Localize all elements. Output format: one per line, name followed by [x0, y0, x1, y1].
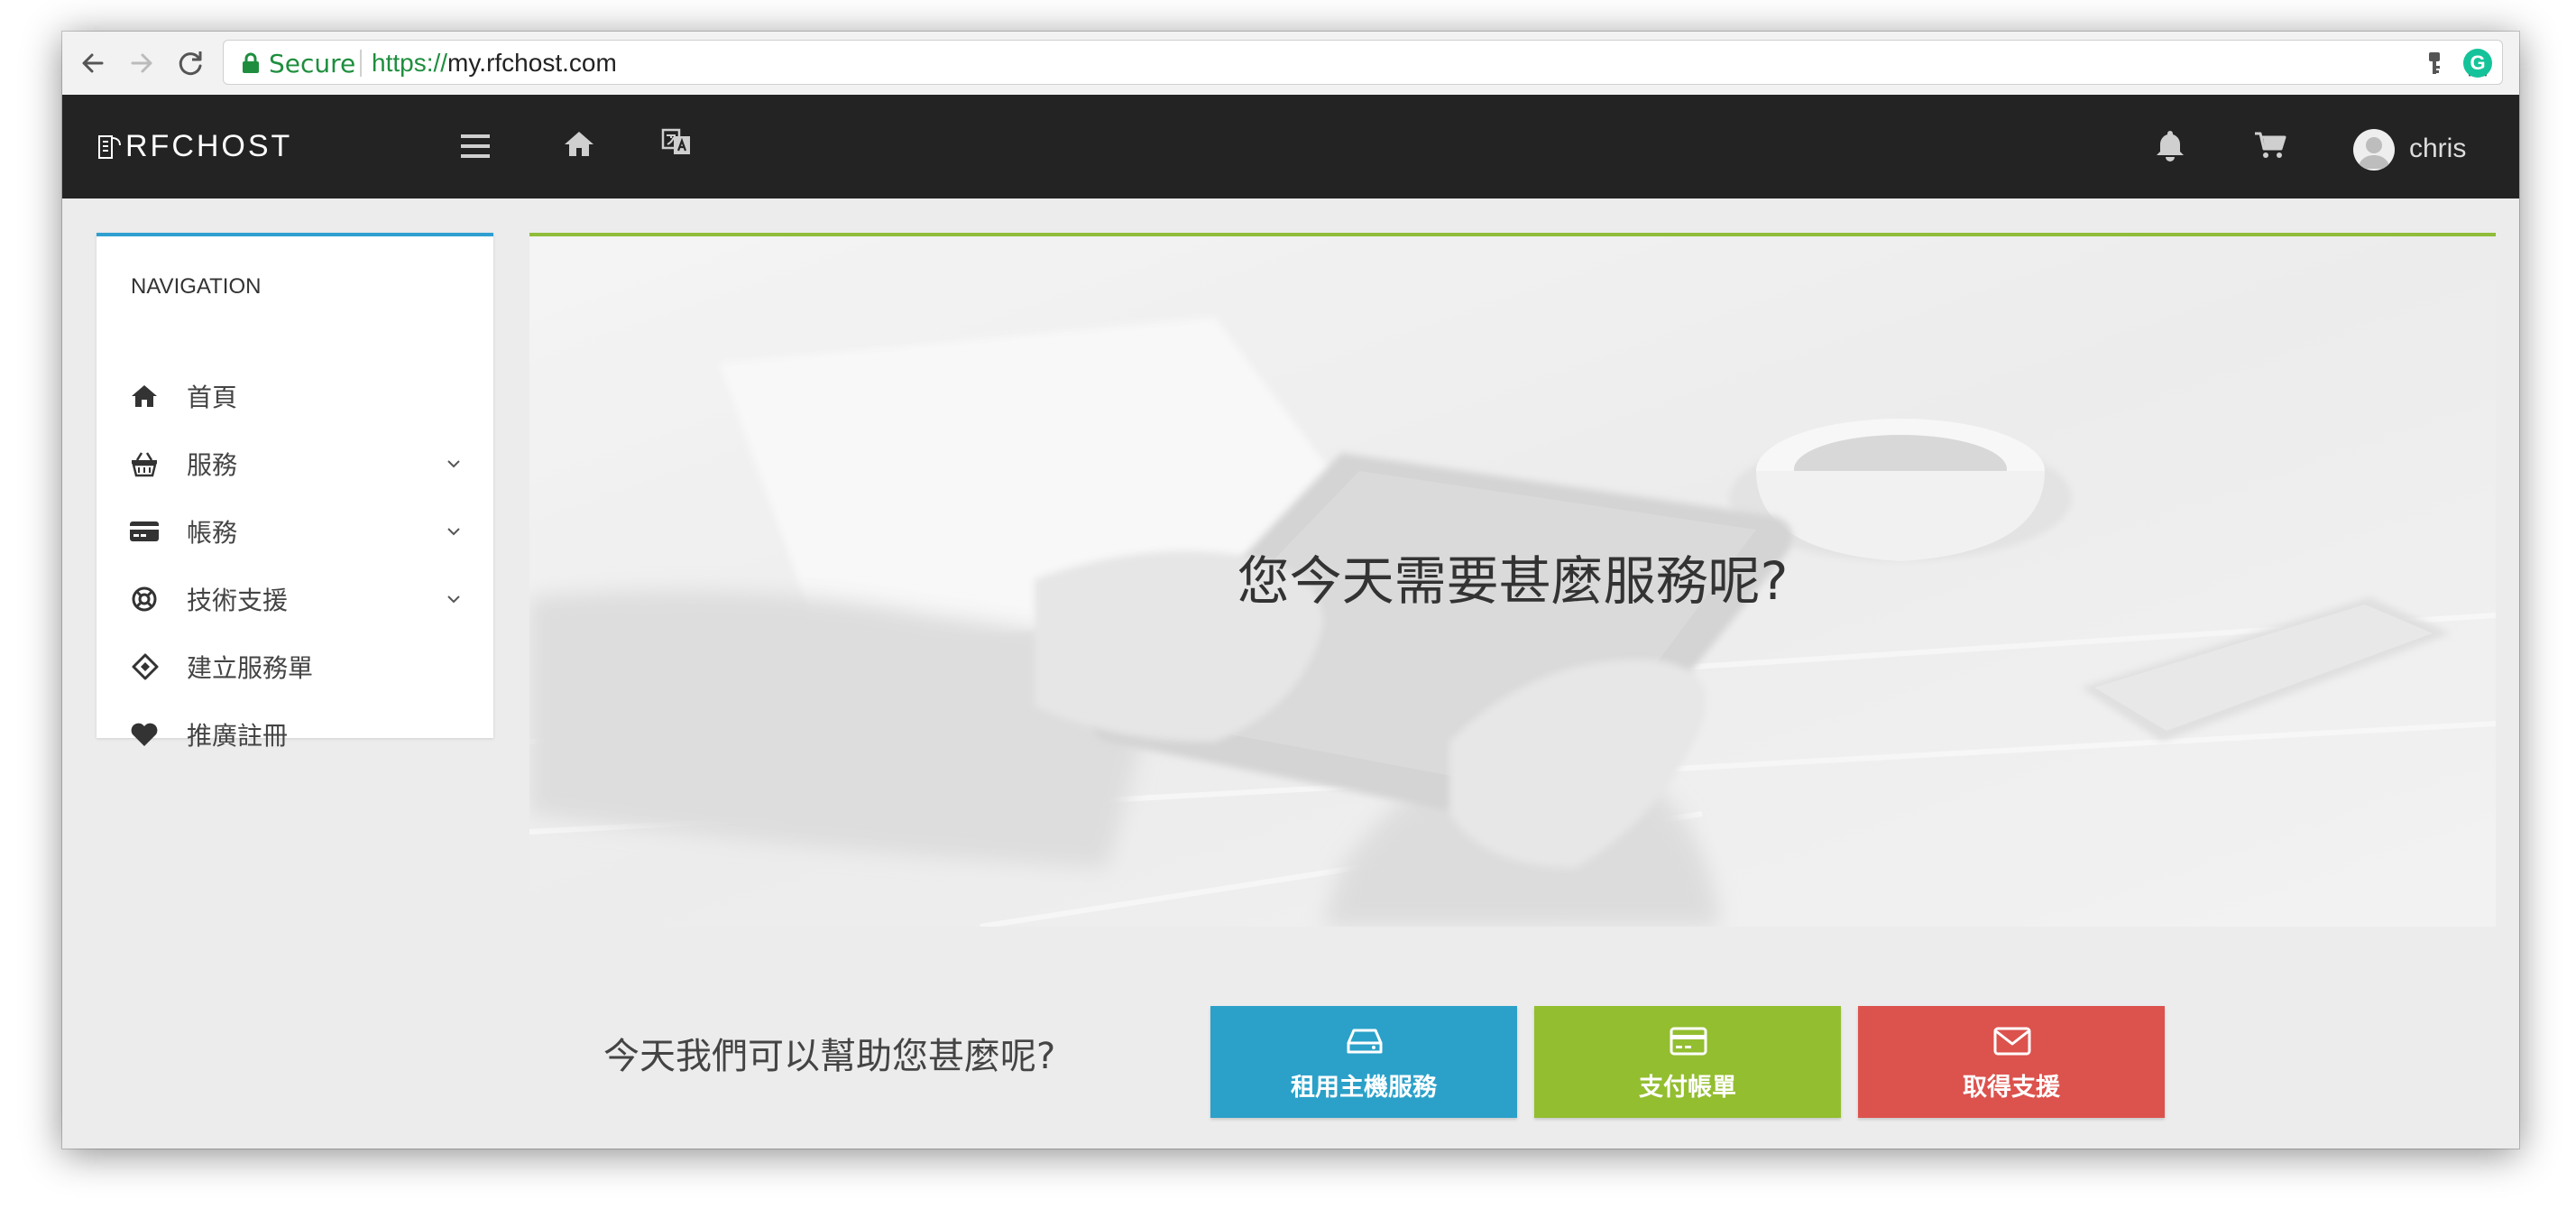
username[interactable]: chris: [2409, 134, 2466, 164]
lock-icon: [243, 52, 259, 73]
reload-icon[interactable]: [174, 47, 207, 79]
url-text[interactable]: https://my.rfchost.com: [372, 49, 617, 78]
sidebar-item-label: 建立服務單: [187, 653, 314, 683]
ticket-icon: [129, 652, 160, 681]
get-support-button[interactable]: 取得支援: [1858, 1006, 2165, 1118]
grammarly-icon[interactable]: G: [2463, 49, 2492, 78]
sidebar-item-support[interactable]: 技術支援: [97, 572, 493, 626]
sidebar-item-label: 服務: [187, 450, 238, 480]
translate-icon[interactable]: [661, 127, 692, 158]
menu-icon[interactable]: [461, 133, 490, 160]
basket-icon: [129, 449, 160, 478]
sidebar-item-billing[interactable]: 帳務: [97, 504, 493, 558]
chevron-down-icon: [447, 595, 460, 604]
order-hosting-button[interactable]: 租用主機服務: [1210, 1006, 1517, 1118]
home-icon: [129, 382, 160, 411]
hero-banner: 您今天需要甚麼服務呢?: [529, 233, 2496, 927]
heart-icon: [129, 720, 160, 749]
pay-invoice-label: 支付帳單: [1639, 1074, 1736, 1102]
sidebar-item-services[interactable]: 服務: [97, 437, 493, 491]
url-host: my.rfchost.com: [447, 49, 617, 77]
sidebar-item-open-ticket[interactable]: 建立服務單: [97, 640, 493, 694]
secure-label: Secure: [269, 49, 356, 78]
sidebar-title: NAVIGATION: [131, 274, 262, 299]
bell-icon[interactable]: [2155, 128, 2185, 162]
sidebar-item-affiliates[interactable]: 推廣註冊: [97, 707, 493, 761]
sidebar-item-label: 首頁: [187, 383, 238, 412]
omnibox-divider: [360, 50, 362, 77]
order-hosting-label: 租用主機服務: [1291, 1074, 1437, 1102]
sidebar-item-label: 帳務: [187, 518, 238, 548]
forward-icon[interactable]: [125, 47, 158, 79]
sidebar: NAVIGATION 首頁 服務 帳務 技術支援 建立服務單 推廣註冊: [97, 233, 493, 751]
credit-card-icon: [129, 517, 160, 546]
chevron-down-icon: [447, 460, 460, 468]
address-bar[interactable]: Secure https://my.rfchost.com: [223, 40, 2503, 85]
site-header: RFCHOST chris: [62, 95, 2519, 198]
logo-text: RFCHOST: [125, 129, 293, 163]
pay-invoice-button[interactable]: 支付帳單: [1534, 1006, 1841, 1118]
life-ring-icon: [129, 585, 160, 614]
browser-window: Secure https://my.rfchost.com G RFCHOST: [62, 32, 2519, 1149]
url-scheme: https://: [372, 49, 448, 77]
sidebar-item-home[interactable]: 首頁: [97, 369, 493, 423]
avatar[interactable]: [2353, 129, 2395, 171]
home-icon[interactable]: [563, 129, 595, 158]
hdd-icon: [1346, 1026, 1384, 1057]
envelope-icon: [1993, 1026, 2031, 1057]
cart-icon[interactable]: [2254, 131, 2286, 160]
key-icon[interactable]: [2421, 50, 2448, 77]
chevron-down-icon: [447, 528, 460, 536]
browser-toolbar: Secure https://my.rfchost.com G: [62, 32, 2519, 96]
sidebar-item-label: 推廣註冊: [187, 721, 289, 751]
back-icon[interactable]: [77, 47, 109, 79]
hero-title: 您今天需要甚麼服務呢?: [1237, 550, 1789, 612]
get-support-label: 取得支援: [1963, 1074, 2060, 1102]
help-prompt: 今天我們可以幫助您甚麼呢?: [603, 1036, 1056, 1077]
credit-card-icon: [1670, 1026, 1707, 1057]
logo-mark-icon: [98, 135, 121, 159]
sidebar-item-label: 技術支援: [187, 586, 289, 615]
